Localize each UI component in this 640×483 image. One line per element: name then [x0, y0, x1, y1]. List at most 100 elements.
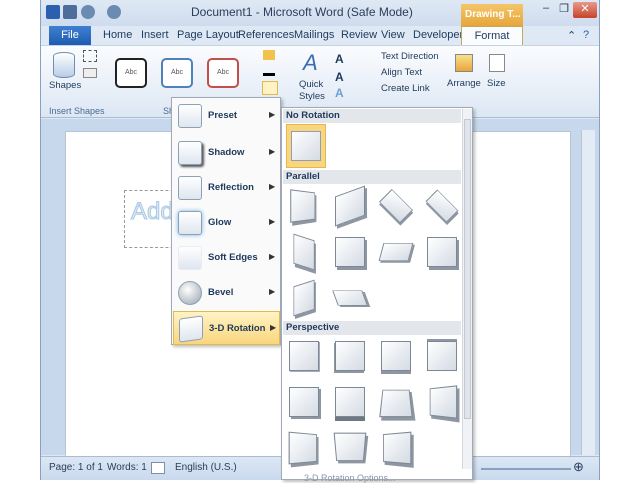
tab-file[interactable]: File: [49, 26, 91, 45]
bevel-icon: [178, 281, 202, 305]
section-parallel: Parallel: [283, 170, 461, 184]
submenu-arrow-icon: ▶: [269, 147, 276, 156]
align-text-button[interactable]: Align Text: [381, 67, 422, 78]
undo-icon[interactable]: [81, 5, 95, 19]
style-swatch-black[interactable]: Abc: [115, 58, 147, 88]
reflection-icon: [178, 176, 202, 200]
word-count[interactable]: Words: 1: [107, 462, 147, 473]
text-box-content: Add: [131, 198, 175, 226]
tab-format[interactable]: Format: [461, 26, 523, 46]
style-swatch-blue[interactable]: Abc: [161, 58, 193, 88]
restore-icon[interactable]: ❐: [555, 2, 573, 18]
redo-icon[interactable]: [107, 5, 121, 19]
text-effects-icon[interactable]: A: [335, 86, 344, 100]
quick-styles-label[interactable]: Quick Styles: [299, 79, 325, 103]
tab-mailings[interactable]: Mailings: [294, 29, 334, 41]
3d-rotation-gallery: No Rotation Parallel Perspective 3-D Rot…: [281, 107, 473, 483]
arrange-label[interactable]: Arrange: [447, 78, 481, 89]
rotation-parallel-1[interactable]: [286, 188, 320, 223]
rotation-parallel-3[interactable]: [378, 188, 413, 223]
rotation-perspective-6[interactable]: [332, 384, 366, 418]
rotation-perspective-8[interactable]: [424, 384, 458, 419]
rotation-parallel-2[interactable]: [332, 185, 366, 227]
menu-item-reflection[interactable]: Reflection ▶: [173, 171, 280, 205]
rotation-parallel-10[interactable]: [332, 280, 368, 314]
gallery-scrollbar[interactable]: [462, 109, 472, 469]
zoom-in-icon[interactable]: ⊕: [573, 459, 584, 475]
rotation-perspective-9[interactable]: [286, 430, 320, 465]
close-icon[interactable]: ✕: [573, 2, 597, 18]
language-indicator[interactable]: English (U.S.): [175, 462, 237, 473]
minimize-icon[interactable]: –: [537, 2, 555, 18]
tab-developer[interactable]: Developer: [413, 29, 463, 41]
rotation-parallel-7[interactable]: [378, 234, 414, 268]
shapes-icon[interactable]: [53, 52, 75, 78]
glow-icon: [178, 211, 202, 235]
text-outline-icon[interactable]: A: [335, 70, 344, 84]
quick-styles-icon[interactable]: A: [303, 50, 318, 76]
tab-review[interactable]: Review: [341, 29, 377, 41]
rotation-parallel-8[interactable]: [424, 234, 458, 268]
rotation-parallel-6[interactable]: [332, 234, 366, 268]
page-count[interactable]: Page: 1 of 1: [49, 462, 103, 473]
shapes-label[interactable]: Shapes: [49, 80, 81, 91]
submenu-arrow-icon: ▶: [269, 217, 276, 226]
vertical-scrollbar[interactable]: [581, 130, 595, 455]
rotation-parallel-5[interactable]: [286, 233, 320, 271]
submenu-arrow-icon: ▶: [269, 110, 276, 119]
right-margin: [600, 0, 640, 480]
window-title: Document1 - Microsoft Word (Safe Mode): [191, 5, 413, 19]
zoom-slider[interactable]: [481, 468, 571, 470]
size-label[interactable]: Size: [487, 78, 505, 89]
rotation-perspective-11[interactable]: [378, 430, 412, 465]
rotation-none[interactable]: [286, 124, 326, 168]
create-link-button[interactable]: Create Link: [381, 83, 430, 94]
proofing-icon[interactable]: [151, 462, 165, 474]
shape-effects-icon[interactable]: [262, 81, 278, 95]
menu-item-bevel[interactable]: Bevel ▶: [173, 276, 280, 310]
text-direction-button[interactable]: Text Direction: [381, 51, 439, 62]
drawing-tools-label: Drawing T...: [461, 4, 523, 26]
save-icon[interactable]: [63, 5, 77, 19]
shape-fill-icon[interactable]: [263, 50, 275, 60]
style-swatch-red[interactable]: Abc: [207, 58, 239, 88]
tab-view[interactable]: View: [381, 29, 405, 41]
tab-references[interactable]: References: [238, 29, 294, 41]
tab-insert[interactable]: Insert: [141, 29, 169, 41]
menu-item-3d-rotation[interactable]: 3-D Rotation ▶: [173, 311, 280, 345]
text-box-icon[interactable]: [83, 68, 97, 78]
section-no-rotation: No Rotation: [283, 109, 461, 123]
rotation-perspective-3[interactable]: [378, 338, 412, 372]
insert-shapes-group-label: Insert Shapes: [49, 106, 105, 116]
menu-item-shadow[interactable]: Shadow ▶: [173, 136, 280, 170]
menu-item-soft-edges[interactable]: Soft Edges ▶: [173, 241, 280, 275]
rotation-parallel-4[interactable]: [424, 188, 459, 223]
text-fill-icon[interactable]: A: [335, 52, 344, 66]
chevron-up-icon[interactable]: ⌃: [567, 29, 576, 42]
submenu-arrow-icon: ▶: [269, 252, 276, 261]
rotation-perspective-5[interactable]: [286, 384, 320, 418]
size-icon[interactable]: [489, 54, 505, 72]
soft-edges-icon: [178, 246, 202, 270]
rotation-perspective-2[interactable]: [332, 338, 366, 372]
shape-effects-menu: Preset ▶ Shadow ▶ Reflection ▶ Glow ▶ Soft E…: [171, 97, 281, 345]
menu-item-glow[interactable]: Glow ▶: [173, 206, 280, 240]
tab-home[interactable]: Home: [103, 29, 132, 41]
rotation-perspective-1[interactable]: [286, 338, 320, 372]
gallery-scroll-thumb[interactable]: [464, 119, 471, 419]
left-margin: [0, 0, 40, 480]
rotation-perspective-10[interactable]: [332, 430, 367, 464]
rotation-parallel-9[interactable]: [286, 279, 320, 317]
edit-shape-icon[interactable]: [83, 50, 97, 62]
shape-outline-icon[interactable]: [263, 66, 275, 76]
arrange-icon[interactable]: [455, 54, 473, 72]
rotation-perspective-4[interactable]: [424, 338, 458, 372]
3d-rotation-icon: [179, 315, 203, 343]
3d-rotation-options-link[interactable]: 3-D Rotation Options...: [304, 473, 396, 483]
rotation-perspective-7[interactable]: [378, 384, 413, 418]
word-logo-icon: [46, 5, 60, 19]
tab-page-layout[interactable]: Page Layout: [177, 29, 239, 41]
section-perspective: Perspective: [283, 321, 461, 335]
menu-item-preset[interactable]: Preset ▶: [173, 99, 280, 133]
help-icon[interactable]: ?: [583, 29, 589, 41]
